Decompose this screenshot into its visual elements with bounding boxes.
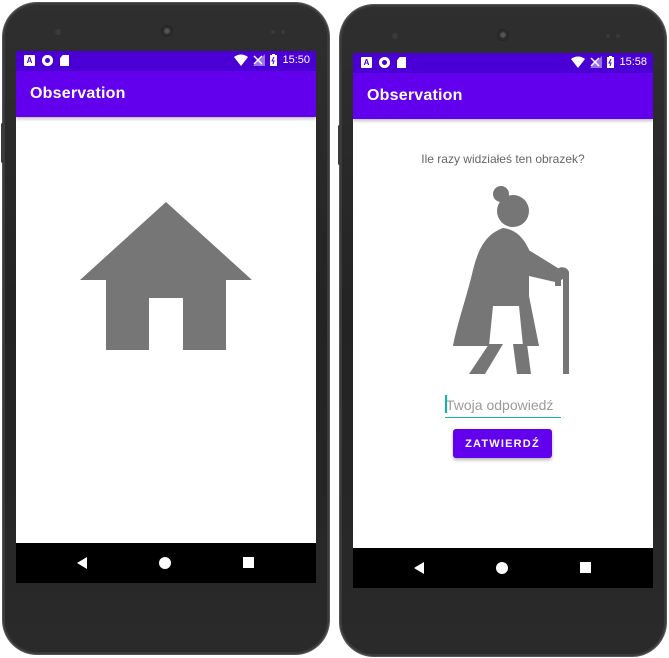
sd-card-icon: [397, 57, 406, 68]
volume-button: [338, 125, 341, 165]
signal-icon: [253, 54, 266, 66]
wifi-icon: [234, 54, 249, 66]
proximity-sensor: [606, 34, 610, 38]
battery-icon: [270, 54, 278, 66]
home-icon[interactable]: [159, 557, 171, 569]
earpiece-speaker: [497, 29, 509, 41]
front-camera: [392, 33, 398, 39]
a-square-icon: A: [24, 55, 35, 66]
navigation-bar: [16, 543, 316, 583]
app-title: Observation: [367, 87, 463, 104]
recents-icon[interactable]: [580, 562, 591, 573]
record-icon: [42, 55, 53, 66]
front-camera: [55, 29, 61, 35]
proximity-sensor: [616, 34, 620, 38]
app-bar: Observation: [353, 73, 653, 119]
status-time: 15:50: [282, 54, 310, 66]
signal-icon: [590, 56, 603, 68]
wifi-icon: [571, 56, 586, 68]
app-title: Observation: [30, 85, 126, 102]
volume-button: [1, 123, 4, 163]
status-bar: A 15:50: [16, 51, 316, 71]
home-icon[interactable]: [496, 562, 508, 574]
navigation-bar: [353, 548, 653, 588]
earpiece-speaker: [161, 25, 173, 37]
phone-frame-left: A 15:50 Observation: [1, 3, 329, 654]
house-icon: [80, 202, 252, 350]
elderly-person-icon: [453, 186, 569, 374]
a-square-icon: A: [361, 57, 372, 68]
status-bar: A 15:58: [353, 53, 653, 73]
status-time: 15:58: [619, 56, 647, 68]
recents-icon[interactable]: [243, 557, 254, 568]
proximity-sensor: [271, 30, 275, 34]
phone-frame-right: A 15:58 Observation Ile razy widziałeś t…: [338, 5, 666, 656]
battery-icon: [607, 56, 615, 68]
screen-observation: A 15:50 Observation: [16, 51, 316, 583]
app-bar: Observation: [16, 71, 316, 117]
question-text: Ile razy widziałeś ten obrazek?: [421, 152, 585, 166]
sd-card-icon: [60, 55, 69, 66]
back-icon[interactable]: [414, 562, 424, 574]
submit-button[interactable]: ZATWIERDŹ: [453, 429, 552, 458]
answer-input[interactable]: [445, 395, 561, 418]
record-icon: [379, 57, 390, 68]
back-icon[interactable]: [77, 557, 87, 569]
proximity-sensor: [281, 30, 285, 34]
text-cursor: [445, 395, 447, 413]
screen-question: A 15:58 Observation Ile razy widziałeś t…: [353, 53, 653, 588]
